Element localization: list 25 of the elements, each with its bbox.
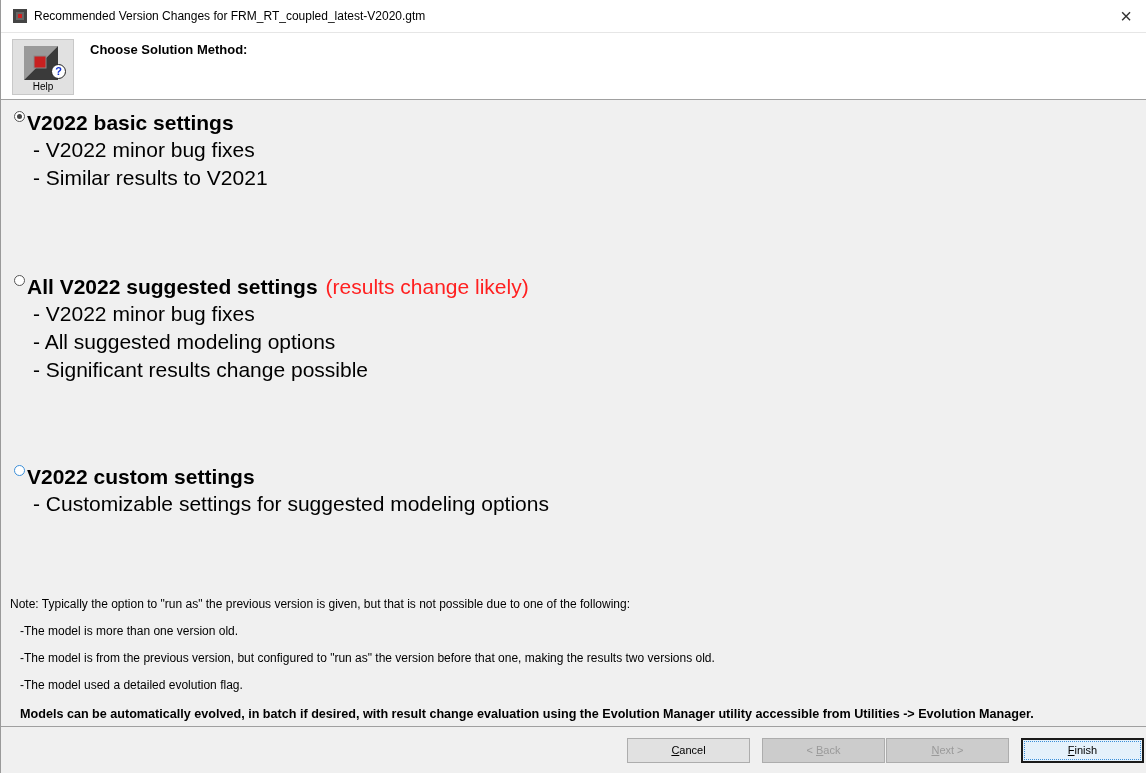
option-detail: - Customizable settings for suggested modeling options	[32, 491, 550, 517]
note-reason: -The model is more than one version old.	[19, 623, 240, 640]
option-title: All V2022 suggested settings	[27, 274, 318, 300]
app-icon	[13, 9, 27, 23]
warning-text: (results change likely)	[325, 274, 529, 300]
option-title: V2022 custom settings	[27, 464, 255, 490]
window-title: Recommended Version Changes for FRM_RT_coupled_latest-V2020.gtm	[34, 9, 427, 23]
tip-text: Models can be automatically evolved, in batch if desired, with result change evaluation using the Evolution Manager utility accessible from Utilities -> Evolution Manager.	[19, 706, 1035, 723]
note-text: Note: Typically the option to "run as" the previous version is given, but that is not possible due to one of the following:	[10, 596, 631, 613]
option-detail: - Similar results to V2021	[32, 165, 269, 191]
note-reason: -The model is from the previous version, but configured to "run as" the version before that one, making the results two versions old.	[19, 650, 716, 667]
option-detail: - Significant results change possible	[32, 357, 369, 383]
close-button[interactable]: ×	[1116, 6, 1136, 26]
note-reason: -The model used a detailed evolution flag.	[19, 677, 244, 694]
option-detail: - All suggested modeling options	[32, 329, 337, 355]
radio-button[interactable]	[14, 275, 25, 286]
option-detail: - V2022 minor bug fixes	[32, 137, 256, 163]
radio-button[interactable]	[14, 465, 25, 476]
wizard-button[interactable]: Cancel	[627, 737, 750, 763]
wizard-button[interactable]: Finish	[1021, 737, 1144, 763]
radio-button[interactable]	[14, 111, 25, 122]
help-button[interactable]: ? Help	[12, 39, 74, 95]
section-heading: Choose Solution Method:	[90, 42, 248, 57]
option-detail: - V2022 minor bug fixes	[32, 301, 256, 327]
option-title: V2022 basic settings	[27, 110, 234, 136]
